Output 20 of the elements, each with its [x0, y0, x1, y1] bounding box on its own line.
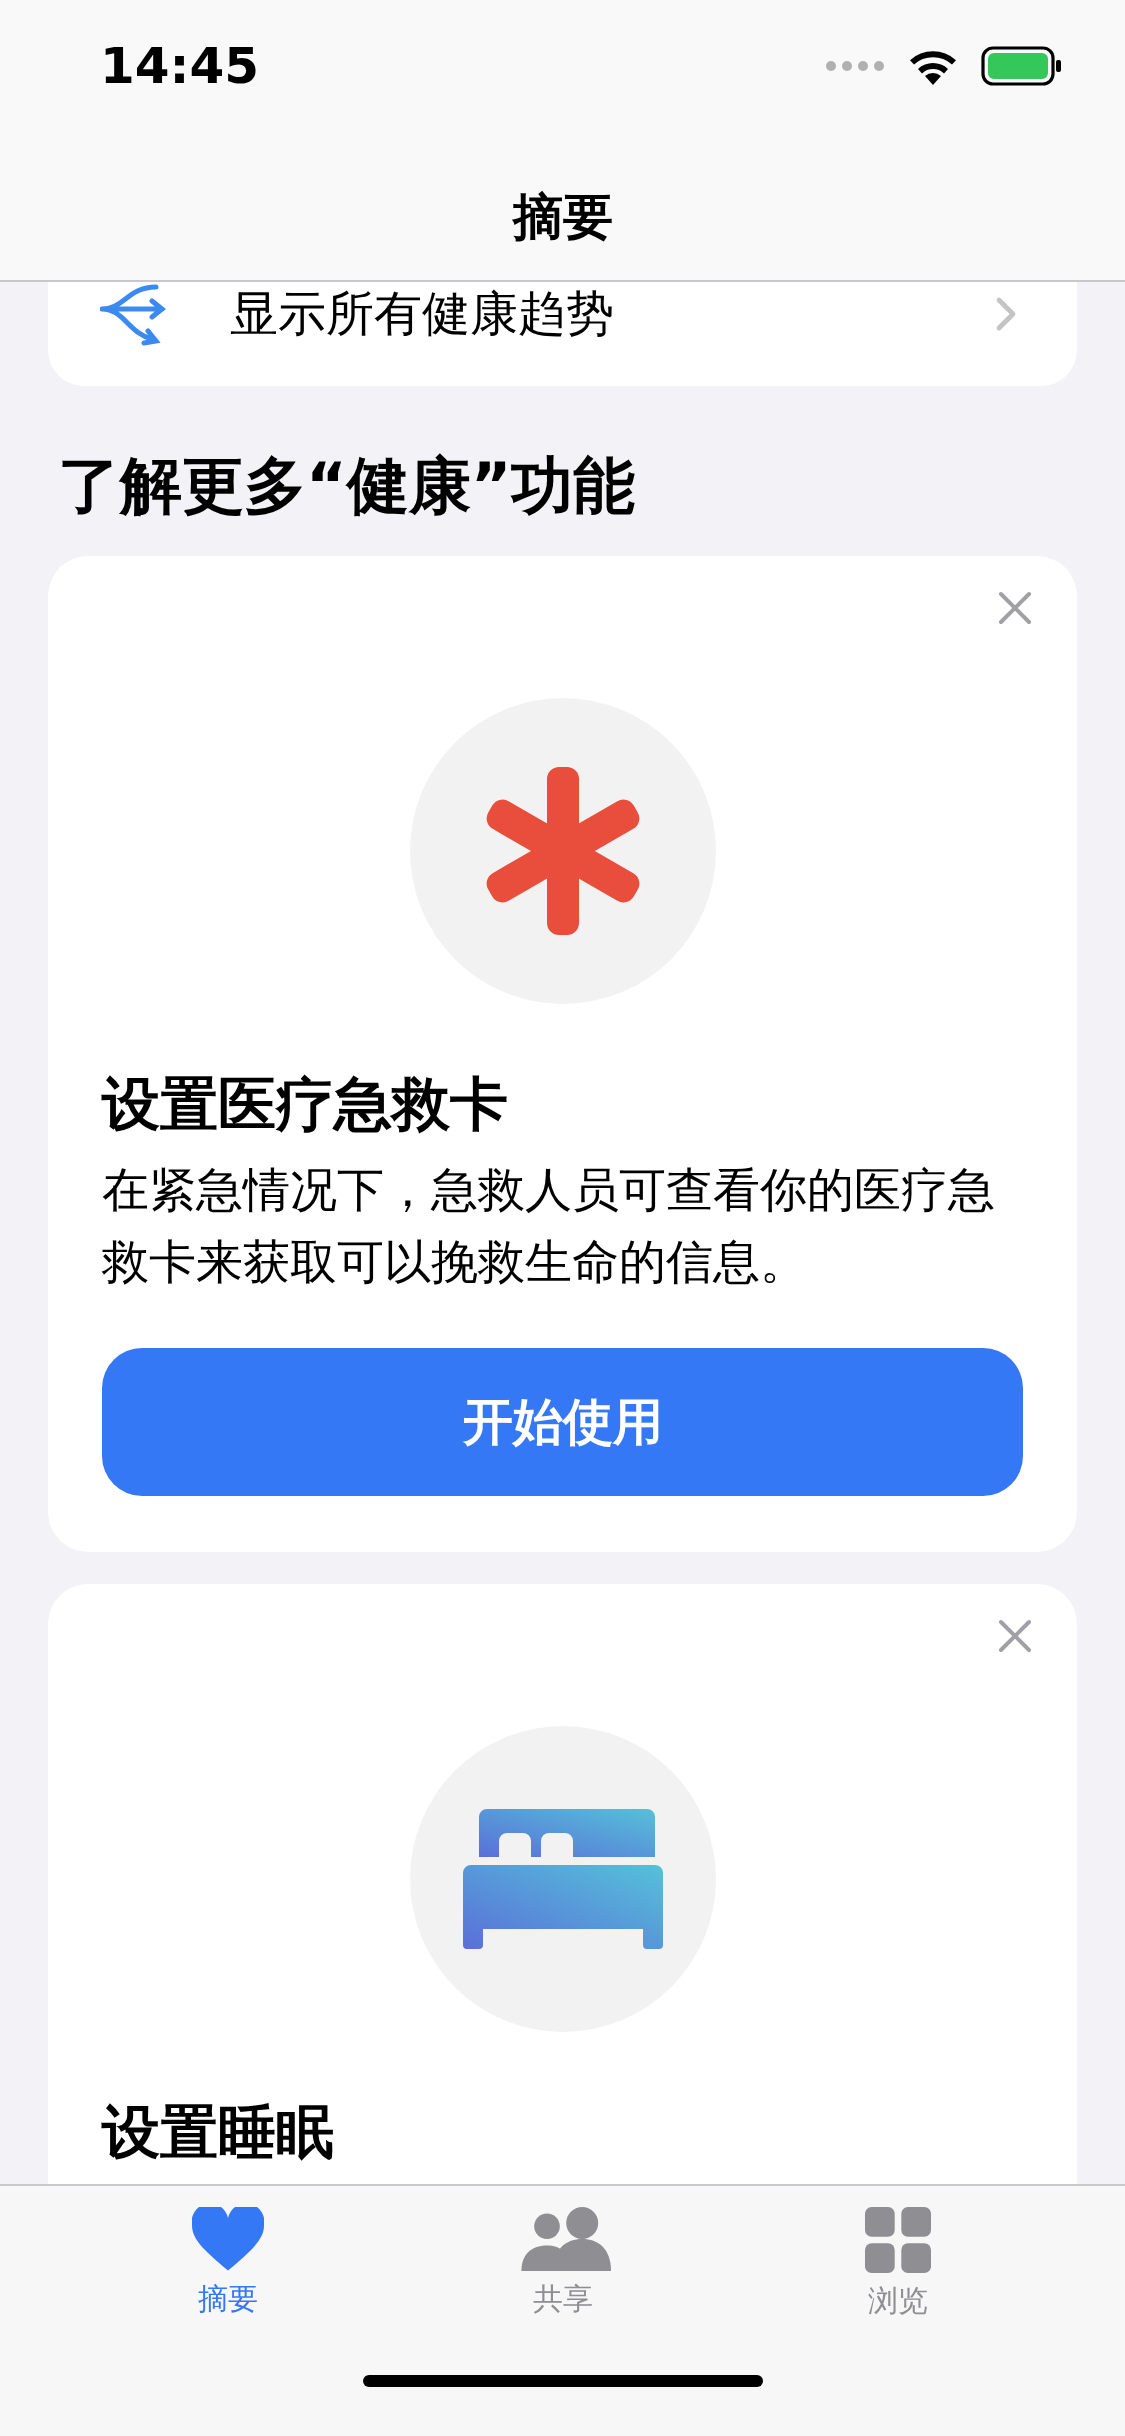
battery-icon — [981, 46, 1063, 86]
card-description: 在紧急情况下，急救人员可查看你的医疗急救卡来获取可以挽救生命的信息。 — [102, 1161, 996, 1291]
get-started-button[interactable]: 开始使用 — [102, 1348, 1023, 1496]
section-title: 了解更多“健康”功能 — [58, 448, 637, 524]
close-icon[interactable] — [997, 1618, 1033, 1654]
card-title: 设置睡眠 — [102, 2097, 335, 2168]
chevron-right-icon — [995, 296, 1017, 332]
card-title: 设置医疗急救卡 — [102, 1069, 509, 1140]
trends-label: 显示所有健康趋势 — [230, 284, 615, 343]
status-time: 14:45 — [100, 37, 260, 97]
tab[interactable]: 浏览 — [797, 2206, 998, 2323]
tab[interactable]: 摘要 — [127, 2206, 328, 2323]
heart-icon — [191, 2207, 264, 2271]
signal-icon — [825, 60, 885, 72]
trends-row[interactable]: 显示所有健康趋势 — [48, 282, 1077, 386]
bed-icon — [462, 1809, 663, 1949]
grid-icon — [864, 2207, 931, 2273]
nav-title: 摘要 — [512, 187, 613, 248]
tab[interactable]: 共享 — [462, 2206, 663, 2323]
close-icon[interactable] — [997, 590, 1033, 626]
